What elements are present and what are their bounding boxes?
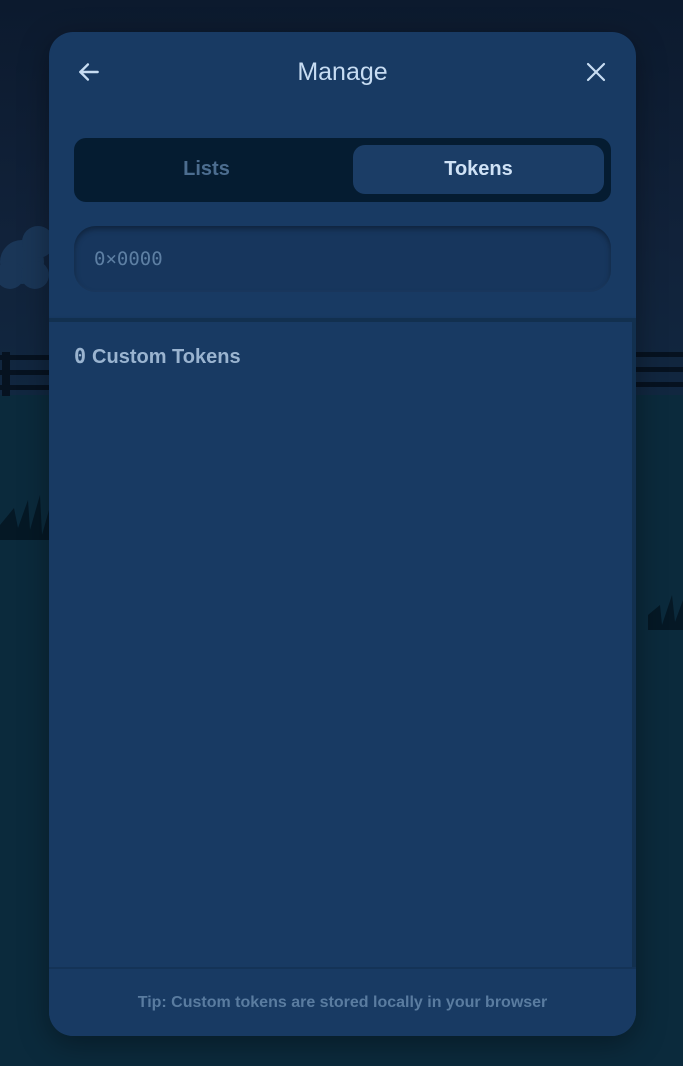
manage-modal: Manage Lists Tokens 0 Custom Tokens Tip:…	[49, 32, 636, 1036]
fence-right	[636, 352, 683, 387]
modal-header: Manage	[49, 32, 636, 112]
token-address-input[interactable]	[74, 226, 611, 292]
grass-left	[0, 495, 49, 540]
modal-title: Manage	[297, 58, 388, 86]
bush-left	[0, 226, 54, 289]
modal-footer: Tip: Custom tokens are stored locally in…	[49, 967, 636, 1036]
lists-tokens-toggle: Lists Tokens	[74, 138, 611, 202]
close-icon	[586, 62, 606, 82]
custom-tokens-count: 0	[74, 344, 87, 368]
custom-tokens-label: Custom Tokens	[92, 346, 241, 368]
custom-tokens-heading: 0 Custom Tokens	[74, 344, 241, 369]
grass-right	[648, 595, 683, 630]
footer-tip: Tip: Custom tokens are stored locally in…	[137, 993, 548, 1011]
close-button[interactable]	[580, 56, 612, 88]
tab-lists[interactable]: Lists	[81, 145, 332, 194]
custom-tokens-section: 0 Custom Tokens	[49, 322, 636, 967]
fence-left	[0, 352, 49, 396]
tab-tokens[interactable]: Tokens	[353, 145, 604, 194]
